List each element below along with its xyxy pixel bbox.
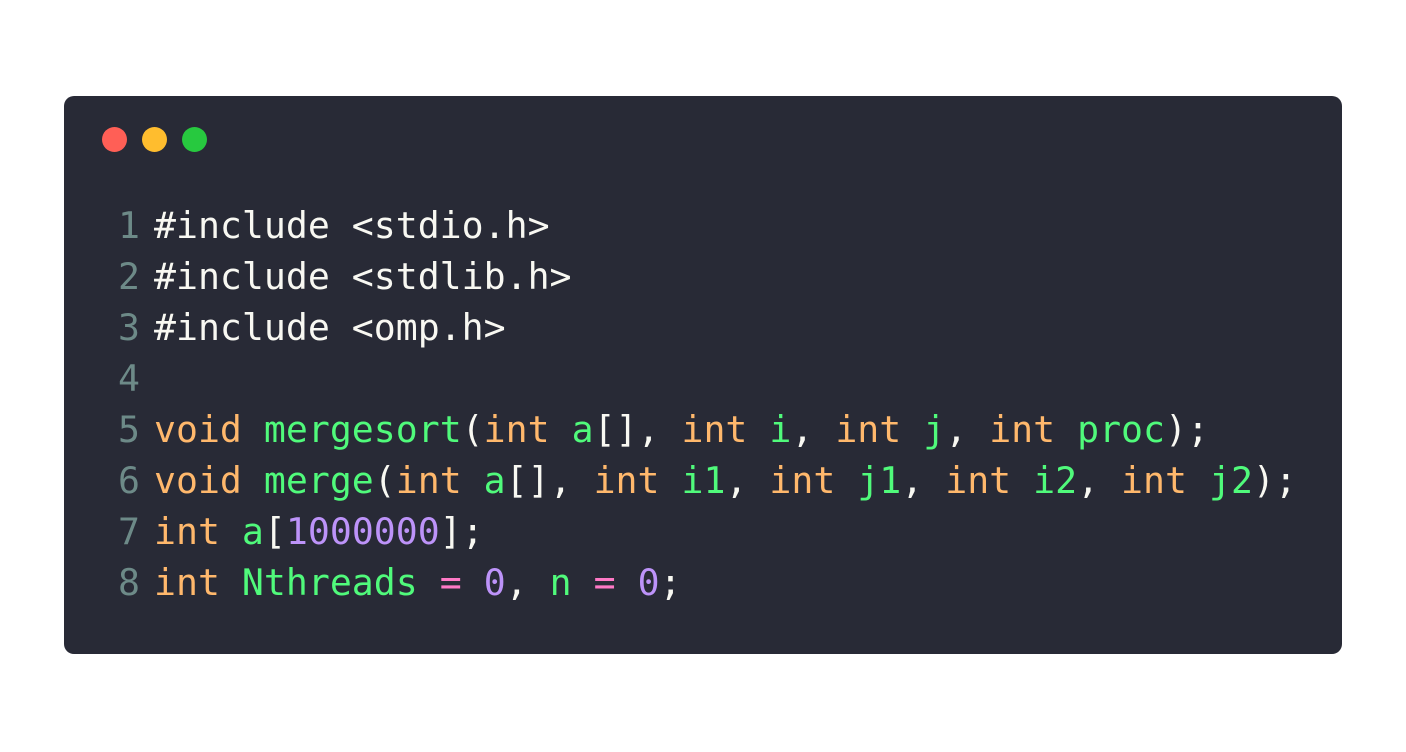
code-token: int (154, 561, 220, 604)
code-token: void (154, 459, 242, 502)
code-token: , (505, 561, 550, 604)
code-text: void mergesort(int a[], int i, int j, in… (154, 404, 1209, 455)
code-window: 1 #include <stdio.h> 2 #include <stdlib.h> 3… (64, 96, 1342, 654)
code-token: int (593, 459, 660, 502)
code-token: ]; (439, 510, 484, 553)
minimize-dot-icon[interactable] (142, 127, 167, 152)
code-token: [], (505, 459, 594, 502)
code-text: void merge(int a[], int i1, int j1, int … (154, 455, 1297, 506)
code-token: 0 (637, 561, 660, 604)
code-token: int (395, 459, 462, 502)
code-token: a (241, 510, 264, 553)
code-token: int (681, 408, 748, 451)
code-token: int (154, 510, 220, 553)
code-token: , (791, 408, 836, 451)
code-token: ; (659, 561, 682, 604)
code-token: j1 (857, 459, 902, 502)
code-text: #include <stdio.h> (154, 200, 550, 251)
code-token: i2 (1033, 459, 1078, 502)
code-token: [], (593, 408, 682, 451)
line-number: 4 (118, 357, 140, 400)
code-token: j (923, 408, 946, 451)
code-token: ( (461, 408, 484, 451)
code-token: , (945, 408, 990, 451)
code-token: , (725, 459, 770, 502)
code-token: #include <stdio.h> (154, 204, 550, 247)
code-token: int (483, 408, 550, 451)
code-token: int (1121, 459, 1187, 502)
code-token: #include <omp.h> (154, 306, 506, 349)
code-token: mergesort (263, 408, 462, 451)
close-dot-icon[interactable] (102, 127, 127, 152)
code-token: [ (263, 510, 286, 553)
line-number: 6 (118, 459, 140, 502)
code-token: a (571, 408, 594, 451)
code-token: a (483, 459, 506, 502)
code-token: 1000000 (285, 510, 440, 553)
code-token: n (549, 561, 572, 604)
line-number: 5 (118, 408, 140, 451)
code-token: int (835, 408, 902, 451)
code-token: = (439, 561, 462, 604)
code-token: = (593, 561, 616, 604)
code-token: int (989, 408, 1056, 451)
code-token: i (769, 408, 792, 451)
line-number: 1 (118, 204, 140, 247)
code-token: 0 (483, 561, 506, 604)
code-text: int a[1000000]; (154, 506, 484, 557)
code-token: int (945, 459, 1012, 502)
maximize-dot-icon[interactable] (182, 127, 207, 152)
line-number: 2 (118, 255, 140, 298)
code-token: ( (373, 459, 396, 502)
code-token: merge (263, 459, 374, 502)
code-token: , (1077, 459, 1122, 502)
code-token: void (154, 408, 242, 451)
code-token: Nthreads (241, 561, 418, 604)
code-token: int (769, 459, 836, 502)
code-token: ); (1252, 459, 1297, 502)
code-token: i1 (681, 459, 726, 502)
code-text: int Nthreads = 0, n = 0; (154, 557, 682, 608)
line-number: 3 (118, 306, 140, 349)
code-token: ); (1165, 408, 1209, 451)
code-token: , (901, 459, 946, 502)
code-text: #include <omp.h> (154, 302, 506, 353)
code-text: #include <stdlib.h> (154, 251, 572, 302)
line-number: 8 (118, 561, 140, 604)
code-token: j2 (1208, 459, 1253, 502)
code-token: #include <stdlib.h> (154, 255, 572, 298)
code-token: proc (1077, 408, 1166, 451)
line-number: 7 (118, 510, 140, 553)
